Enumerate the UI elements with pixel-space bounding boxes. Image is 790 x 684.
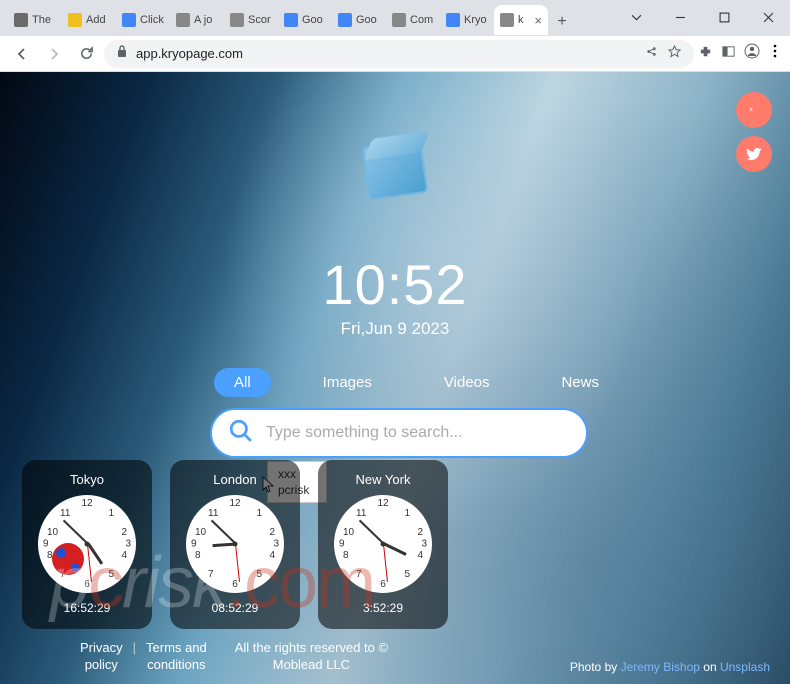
url-text: app.kryopage.com [136, 46, 243, 61]
new-tab-button[interactable]: + [548, 8, 576, 36]
author-link[interactable]: Jeremy Bishop [621, 660, 700, 674]
main-time: 10:52 [0, 252, 790, 317]
search-tab-news[interactable]: News [541, 368, 619, 397]
browser-tab[interactable]: The [8, 5, 62, 35]
tab-title: Goo [302, 14, 323, 26]
clock-face: 123456789101112 [186, 495, 284, 593]
favicon [14, 13, 28, 27]
clock-city: London [180, 472, 290, 487]
extensions-icon[interactable] [698, 44, 713, 64]
clock-card-london: London 123456789101112 08:52:29 [170, 460, 300, 629]
privacy-link[interactable]: Privacypolicy [80, 640, 123, 674]
sidepanel-icon[interactable] [721, 44, 736, 64]
page-content: 10:52 Fri,Jun 9 2023 All Images Videos News… [0, 72, 790, 684]
clock-time: 16:52:29 [32, 601, 142, 615]
browser-tab[interactable]: Goo [332, 5, 386, 35]
lock-icon [116, 44, 128, 63]
favicon [68, 13, 82, 27]
favicon [392, 13, 406, 27]
browser-tab[interactable]: Com [386, 5, 440, 35]
search-box[interactable] [210, 408, 588, 458]
terms-link[interactable]: Terms andconditions [146, 640, 207, 674]
tab-title: Com [410, 14, 433, 26]
search-tabs: All Images Videos News [214, 368, 619, 397]
favicon [446, 13, 460, 27]
browser-tab[interactable]: k× [494, 5, 548, 35]
profile-icon[interactable] [744, 43, 760, 64]
back-button[interactable] [8, 40, 36, 68]
browser-tab[interactable]: Goo [278, 5, 332, 35]
clock-time: 3:52:29 [328, 601, 438, 615]
twitter-button[interactable] [736, 136, 772, 172]
browser-titlebar: TheAddClickA joScorGooGooComKryok× + [0, 0, 790, 36]
photo-credit: Photo by Jeremy Bishop on Unsplash [570, 660, 770, 674]
language-button[interactable] [736, 92, 772, 128]
search-input[interactable] [266, 424, 570, 442]
search-tab-images[interactable]: Images [303, 368, 392, 397]
minimize-button[interactable] [658, 2, 702, 32]
clock-face: 123456789101112 [334, 495, 432, 593]
clock-card-new-york: New York 123456789101112 3:52:29 [318, 460, 448, 629]
tab-title: The [32, 14, 51, 26]
favicon [284, 13, 298, 27]
tab-title: Scor [248, 14, 271, 26]
favicon [230, 13, 244, 27]
favicon [500, 13, 514, 27]
tab-close-icon[interactable]: × [534, 13, 542, 28]
tab-title: Click [140, 14, 164, 26]
clock-city: New York [328, 472, 438, 487]
main-date: Fri,Jun 9 2023 [0, 319, 790, 339]
dropdown-icon[interactable] [614, 2, 658, 32]
search-tab-all[interactable]: All [214, 368, 271, 397]
address-bar[interactable]: app.kryopage.com [104, 40, 694, 68]
unsplash-link[interactable]: Unsplash [720, 660, 770, 674]
share-icon[interactable] [644, 44, 659, 64]
tab-title: k [518, 14, 524, 26]
search-tab-videos[interactable]: Videos [424, 368, 510, 397]
browser-tab[interactable]: Click [116, 5, 170, 35]
browser-toolbar: app.kryopage.com [0, 36, 790, 72]
browser-tab[interactable]: Scor [224, 5, 278, 35]
app-logo [365, 142, 435, 212]
main-clock: 10:52 Fri,Jun 9 2023 [0, 252, 790, 339]
clock-card-tokyo: Tokyo 123456789101112 16:52:29 [22, 460, 152, 629]
menu-icon[interactable] [768, 44, 782, 63]
tab-title: A jo [194, 14, 212, 26]
favicon [122, 13, 136, 27]
favicon [338, 13, 352, 27]
bookmark-icon[interactable] [667, 44, 682, 64]
maximize-button[interactable] [702, 2, 746, 32]
forward-button[interactable] [40, 40, 68, 68]
clock-face: 123456789101112 [38, 495, 136, 593]
clock-time: 08:52:29 [180, 601, 290, 615]
tab-title: Kryo [464, 14, 487, 26]
close-button[interactable] [746, 2, 790, 32]
world-clocks: Tokyo 123456789101112 16:52:29 London 12… [22, 460, 448, 629]
clock-city: Tokyo [32, 472, 142, 487]
favicon [176, 13, 190, 27]
browser-tab[interactable]: Kryo [440, 5, 494, 35]
tab-title: Goo [356, 14, 377, 26]
browser-tab[interactable]: A jo [170, 5, 224, 35]
search-icon [228, 418, 254, 449]
browser-tab[interactable]: Add [62, 5, 116, 35]
footer: Privacypolicy | Terms andconditions All … [0, 640, 790, 674]
reload-button[interactable] [72, 40, 100, 68]
tab-title: Add [86, 14, 106, 26]
tab-strip: TheAddClickA joScorGooGooComKryok× [8, 4, 548, 36]
copyright: All the rights reserved to ©Moblead LLC [235, 640, 388, 674]
window-controls [614, 2, 790, 36]
